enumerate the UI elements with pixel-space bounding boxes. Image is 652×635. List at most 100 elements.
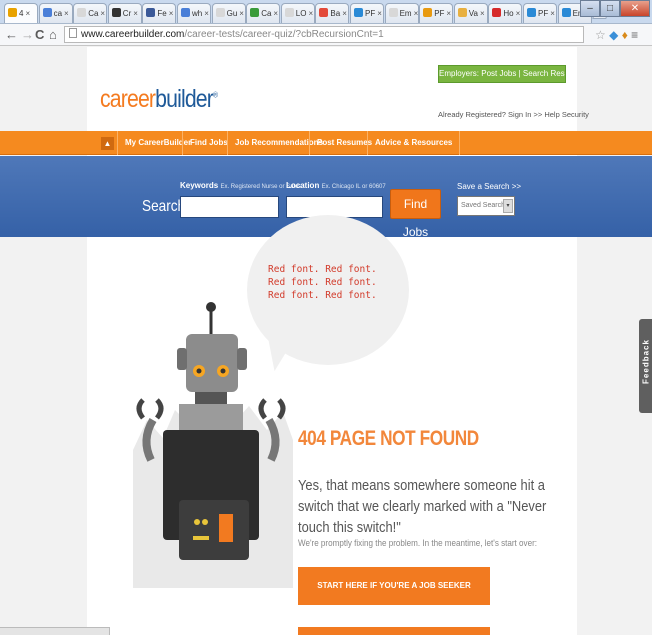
menu-icon[interactable]: ≡ — [631, 28, 638, 42]
tab-close-icon[interactable]: × — [446, 9, 451, 18]
job-seeker-button[interactable]: START HERE IF YOU'RE A JOB SEEKER — [298, 567, 490, 605]
address-bar[interactable]: www.careerbuilder.com/career-tests/caree… — [64, 26, 584, 43]
status-bar — [0, 627, 110, 635]
browser-tab[interactable]: PF × — [350, 3, 384, 23]
browser-tab[interactable]: Ca × — [73, 3, 108, 23]
tab-close-icon[interactable]: × — [550, 9, 555, 18]
save-search-link[interactable]: Save a Search >> — [457, 182, 521, 191]
tab-label: ca — [53, 9, 63, 18]
favicon-icon — [527, 8, 536, 17]
browser-tab[interactable]: Cr × — [107, 3, 142, 23]
favicon-icon — [77, 8, 87, 17]
tab-label: 4 — [19, 9, 24, 18]
tab-close-icon[interactable]: × — [239, 9, 244, 18]
logo-part-builder: builder — [155, 85, 214, 113]
tab-close-icon[interactable]: × — [100, 9, 105, 18]
find-jobs-button[interactable]: Find Jobs — [390, 189, 441, 239]
browser-tab[interactable]: wh × — [177, 3, 211, 23]
tab-close-icon[interactable]: × — [273, 9, 278, 18]
favicon-icon — [284, 8, 294, 17]
nav-item-find-jobs[interactable]: Find Jobs — [182, 131, 228, 155]
browser-tab[interactable]: LO × — [280, 3, 315, 23]
extension-icon[interactable]: ◆ — [609, 28, 618, 42]
tab-close-icon[interactable]: × — [308, 9, 313, 18]
minimize-button[interactable]: – — [580, 0, 600, 17]
tab-close-icon[interactable]: × — [25, 9, 30, 18]
tab-close-icon[interactable]: × — [169, 9, 174, 18]
nav-item-my-careerbuilder[interactable]: My CareerBuilder — [117, 131, 191, 155]
robot-panel — [179, 500, 249, 560]
chevron-down-icon: ▾ — [503, 199, 513, 213]
home-icon[interactable]: ⌂ — [49, 27, 57, 43]
robot-orange-panel — [219, 514, 233, 542]
favicon-icon — [146, 8, 156, 17]
browser-tab[interactable]: Gu × — [211, 3, 246, 23]
robot-claw-left — [136, 398, 164, 420]
bubble-line: Red font. Red font. — [268, 264, 377, 275]
forward-arrow-icon[interactable]: → — [21, 27, 34, 43]
favicon-icon — [42, 8, 52, 17]
careerbuilder-logo[interactable]: careerbuilder® — [100, 85, 218, 114]
favicon-icon — [250, 8, 260, 17]
nav-home-icon[interactable]: ▲ — [101, 137, 114, 150]
tab-label: Fe — [157, 9, 167, 18]
nav-item-post-resumes[interactable]: Post Resumes — [309, 131, 372, 155]
logo-part-career: career — [100, 85, 156, 113]
tab-close-icon[interactable]: × — [204, 9, 209, 18]
robot-pupil-left — [196, 368, 202, 374]
maximize-button[interactable]: □ — [600, 0, 620, 17]
employers-button[interactable]: Employers: Post Jobs | Search Resumes — [438, 65, 566, 83]
url-host: www.careerbuilder.com — [81, 29, 185, 40]
bubble-line: Red font. Red font. — [268, 277, 377, 288]
url-path: /career-tests/career-quiz/?cbRecursionCn… — [184, 29, 384, 40]
tab-close-icon[interactable]: × — [480, 9, 485, 18]
tab-label: Va — [468, 9, 478, 18]
error-message: Yes, that means somewhere someone hit a … — [298, 477, 547, 536]
browser-tab[interactable]: Em× — [384, 3, 419, 23]
tab-label: Ca — [88, 9, 99, 18]
robot-neck — [195, 392, 227, 404]
favicon-icon — [354, 8, 363, 17]
saved-searches-select[interactable]: Saved Searches ▾ — [457, 196, 515, 216]
search-title: Search — [142, 198, 186, 215]
browser-tab[interactable]: Ca × — [246, 3, 281, 23]
browser-tab[interactable]: 4 × — [4, 3, 38, 23]
browser-tab[interactable]: ca × — [38, 3, 73, 23]
error-sub-message: We're promptly fixing the problem. In th… — [298, 538, 538, 549]
main-nav: ▲ My CareerBuilder Find Jobs Job Recomme… — [0, 131, 652, 155]
signin-links[interactable]: Already Registered? Sign In >> Help Secu… — [438, 110, 589, 119]
bookmark-star-icon[interactable]: ☆ — [595, 28, 606, 42]
tab-close-icon[interactable]: × — [133, 9, 138, 18]
favicon-icon — [181, 8, 190, 17]
keywords-input[interactable] — [180, 196, 279, 218]
location-example: Ex. Chicago IL or 60607 — [321, 184, 386, 190]
window-controls: – □ ✕ — [580, 0, 650, 17]
browser-tab[interactable]: Va × — [453, 3, 488, 23]
tab-close-icon[interactable]: × — [377, 9, 382, 18]
browser-tab[interactable]: Ho × — [488, 3, 523, 23]
browser-tab[interactable]: Ba × — [315, 3, 350, 23]
favicon-icon — [388, 8, 398, 17]
browser-tab[interactable]: Fe × — [142, 3, 177, 23]
favicon-icon — [319, 8, 329, 17]
nav-item-advice-resources[interactable]: Advice & Resources — [367, 131, 461, 155]
robot-ear-left — [177, 348, 187, 370]
tab-close-icon[interactable]: × — [414, 9, 418, 18]
tab-close-icon[interactable]: × — [516, 9, 521, 18]
location-label-text: Location — [286, 181, 320, 190]
tab-label: Em — [399, 9, 412, 18]
location-label: Location Ex. Chicago IL or 60607 — [286, 181, 386, 190]
back-arrow-icon[interactable]: ← — [5, 27, 18, 43]
second-cta-button[interactable] — [298, 627, 490, 635]
tab-close-icon[interactable]: × — [342, 9, 347, 18]
browser-tab[interactable]: PF × — [419, 3, 454, 23]
browser-tab[interactable]: PF × — [523, 3, 557, 23]
tab-close-icon[interactable]: × — [64, 9, 69, 18]
close-window-button[interactable]: ✕ — [620, 0, 650, 17]
favicon-icon — [423, 8, 433, 17]
robot-illustration — [133, 302, 293, 588]
tab-label: Ca — [261, 9, 272, 18]
feedback-tab[interactable]: Feedback — [639, 319, 652, 413]
extension-icon-2[interactable]: ♦ — [622, 28, 628, 42]
reload-icon[interactable]: C — [35, 27, 44, 43]
